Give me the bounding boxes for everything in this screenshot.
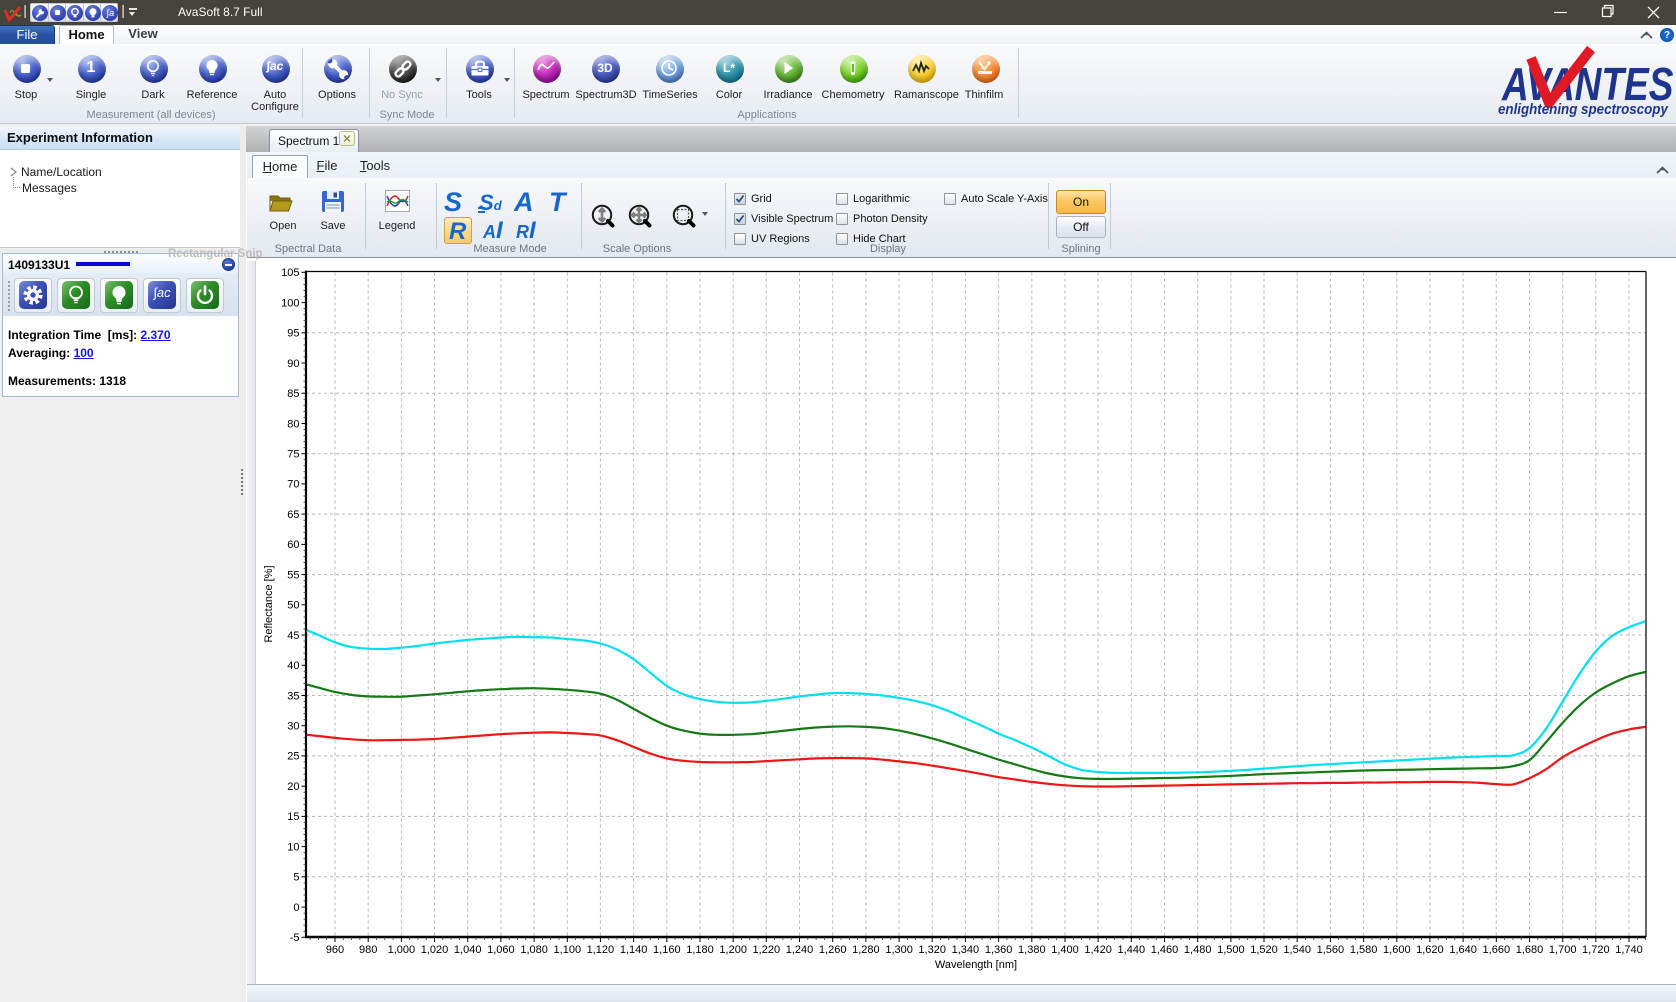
svg-text:1,640: 1,640	[1449, 944, 1477, 956]
svg-text:1,460: 1,460	[1151, 944, 1179, 956]
svg-text:70: 70	[287, 479, 299, 491]
svg-text:-5: -5	[290, 932, 300, 944]
svg-text:20: 20	[287, 781, 299, 793]
svg-text:1,420: 1,420	[1084, 944, 1112, 956]
svg-text:1,100: 1,100	[554, 944, 582, 956]
svg-text:1,720: 1,720	[1582, 944, 1610, 956]
svg-text:1,580: 1,580	[1350, 944, 1378, 956]
svg-text:1,320: 1,320	[918, 944, 946, 956]
svg-text:1,280: 1,280	[852, 944, 880, 956]
svg-text:85: 85	[287, 388, 299, 400]
svg-text:65: 65	[287, 509, 299, 521]
svg-text:55: 55	[287, 569, 299, 581]
svg-text:1,040: 1,040	[454, 944, 482, 956]
svg-text:1,660: 1,660	[1483, 944, 1511, 956]
svg-text:100: 100	[281, 297, 299, 309]
svg-text:35: 35	[287, 690, 299, 702]
svg-text:60: 60	[287, 539, 299, 551]
svg-text:Reflectance [%]: Reflectance [%]	[263, 565, 275, 642]
svg-text:1,700: 1,700	[1549, 944, 1577, 956]
svg-text:1,740: 1,740	[1615, 944, 1643, 956]
svg-text:5: 5	[293, 872, 299, 884]
svg-text:1,240: 1,240	[786, 944, 814, 956]
svg-text:1,540: 1,540	[1283, 944, 1311, 956]
svg-text:15: 15	[287, 811, 299, 823]
svg-text:1,400: 1,400	[1051, 944, 1079, 956]
svg-text:80: 80	[287, 418, 299, 430]
svg-text:10: 10	[287, 841, 299, 853]
svg-text:40: 40	[287, 660, 299, 672]
svg-text:1,120: 1,120	[587, 944, 615, 956]
svg-text:980: 980	[359, 944, 377, 956]
svg-text:1,380: 1,380	[1018, 944, 1046, 956]
svg-text:1,500: 1,500	[1217, 944, 1245, 956]
svg-text:1,300: 1,300	[885, 944, 913, 956]
svg-text:1,080: 1,080	[520, 944, 548, 956]
svg-text:1,160: 1,160	[653, 944, 681, 956]
svg-text:Wavelength [nm]: Wavelength [nm]	[935, 959, 1017, 971]
svg-text:105: 105	[281, 267, 299, 279]
svg-text:25: 25	[287, 751, 299, 763]
svg-text:1,560: 1,560	[1317, 944, 1345, 956]
svg-text:1,480: 1,480	[1184, 944, 1212, 956]
svg-text:30: 30	[287, 721, 299, 733]
svg-text:45: 45	[287, 630, 299, 642]
svg-text:960: 960	[326, 944, 344, 956]
svg-text:1,260: 1,260	[819, 944, 847, 956]
svg-text:1,520: 1,520	[1250, 944, 1278, 956]
svg-text:1,220: 1,220	[753, 944, 781, 956]
svg-text:50: 50	[287, 600, 299, 612]
svg-text:1,620: 1,620	[1416, 944, 1444, 956]
svg-text:1,360: 1,360	[985, 944, 1013, 956]
svg-text:95: 95	[287, 328, 299, 340]
svg-text:0: 0	[293, 902, 299, 914]
svg-text:1,020: 1,020	[421, 944, 449, 956]
svg-text:90: 90	[287, 358, 299, 370]
svg-text:1,440: 1,440	[1118, 944, 1146, 956]
svg-text:75: 75	[287, 449, 299, 461]
svg-text:1,180: 1,180	[686, 944, 714, 956]
svg-text:1,200: 1,200	[719, 944, 747, 956]
svg-text:1,060: 1,060	[487, 944, 515, 956]
svg-text:1,140: 1,140	[620, 944, 648, 956]
svg-text:1,600: 1,600	[1383, 944, 1411, 956]
svg-text:1,000: 1,000	[388, 944, 416, 956]
svg-text:1,340: 1,340	[952, 944, 980, 956]
svg-text:1,680: 1,680	[1516, 944, 1544, 956]
